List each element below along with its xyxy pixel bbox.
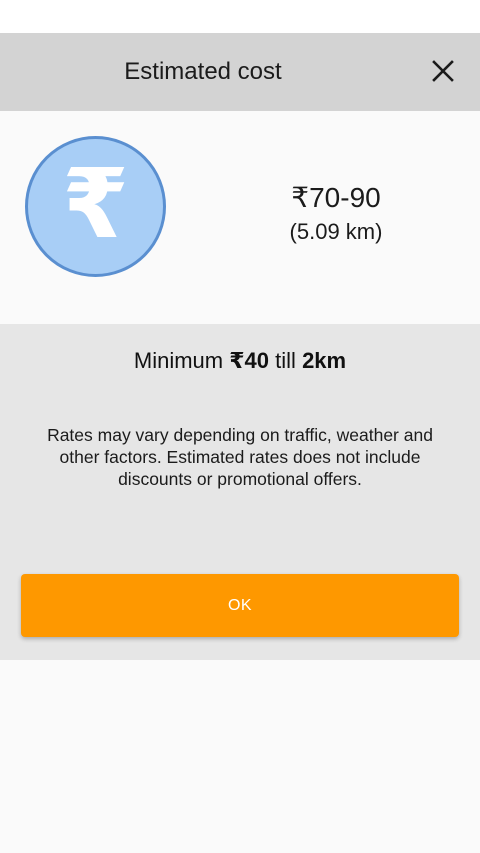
rupee-icon: ₹	[25, 136, 166, 277]
status-bar: 12:26 PM	[0, 0, 480, 33]
minimum-prefix: Minimum	[133, 348, 224, 373]
dialog-title: Estimated cost	[124, 58, 282, 85]
minimum-distance: 2km	[302, 348, 347, 373]
cost-info: ₹70-90 (5.09 km)	[236, 181, 436, 247]
cost-distance: (5.09 km)	[289, 219, 383, 244]
location-icon	[292, 7, 308, 27]
notification-n-icon	[14, 8, 34, 26]
info-section: Minimum ₹40 till 2km Rates may vary depe…	[0, 324, 480, 660]
status-time-value: 12:26	[400, 5, 449, 27]
status-time-ampm: PM	[451, 10, 470, 25]
minimum-amount: ₹40	[229, 348, 270, 373]
no-sim-icon	[350, 6, 368, 27]
wifi-icon	[317, 7, 341, 26]
battery-icon	[377, 6, 391, 28]
close-button[interactable]	[425, 53, 461, 89]
dialog-header: Estimated cost	[0, 33, 480, 111]
ok-button[interactable]: OK	[21, 574, 459, 637]
rupee-glyph: ₹	[62, 150, 129, 258]
cost-range: ₹70-90	[291, 182, 381, 213]
minimum-middle: till	[275, 348, 296, 373]
minimum-fare-line: Minimum ₹40 till 2km	[0, 348, 480, 374]
close-icon	[432, 60, 454, 82]
cost-estimate-section: ₹ ₹70-90 (5.09 km)	[0, 111, 480, 324]
status-time: 12:26 PM	[400, 6, 470, 28]
rates-disclaimer: Rates may vary depending on traffic, wea…	[47, 425, 433, 489]
